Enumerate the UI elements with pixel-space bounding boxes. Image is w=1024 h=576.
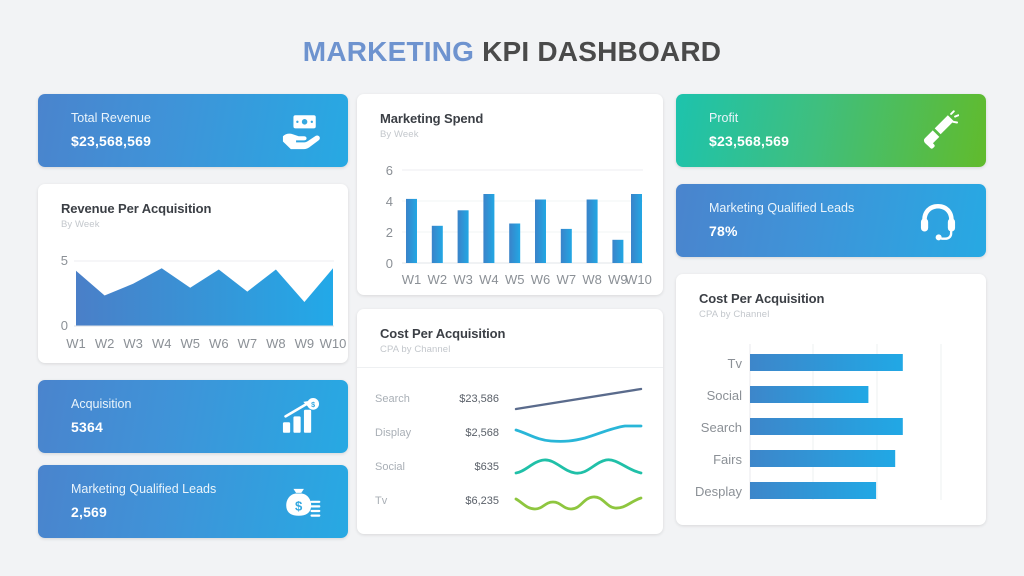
rpa-xtick-w3: W3 bbox=[123, 336, 143, 351]
chart-revenue-per-acquisition: 5 0 W1 W2 W3 W4 W5 W6 W7 W8 W9 W10 bbox=[38, 240, 348, 363]
cpa-cat-social: Social bbox=[707, 388, 743, 403]
ms-xtick-w10: W10 bbox=[625, 272, 652, 287]
cpa-sparkline-display bbox=[499, 418, 643, 448]
right-column: Profit $23,568,569 Marketing Qualified L… bbox=[676, 94, 986, 525]
rpa-xtick-w10: W10 bbox=[320, 336, 347, 351]
panel-revenue-per-acquisition-title: Revenue Per Acquisition bbox=[61, 201, 212, 216]
cpa-channel-name: Tv bbox=[375, 495, 388, 507]
cpa-channel-value: $6,235 bbox=[465, 495, 499, 507]
rpa-area-series bbox=[76, 268, 333, 326]
ms-bar-series bbox=[406, 194, 642, 263]
headset-icon bbox=[916, 199, 960, 243]
card-total-revenue[interactable]: Total Revenue $23,568,569 bbox=[38, 94, 348, 167]
panel-cpa-table-title: Cost Per Acquisition bbox=[380, 326, 506, 341]
rpa-ytick-5: 5 bbox=[61, 253, 68, 268]
ms-xtick-w6: W6 bbox=[531, 272, 551, 287]
card-profit[interactable]: Profit $23,568,569 bbox=[676, 94, 986, 167]
ms-ytick-4: 4 bbox=[386, 194, 393, 209]
cpa-cat-fairs: Fairs bbox=[713, 452, 742, 467]
cpa-sparkline-search bbox=[499, 384, 643, 414]
cpa-channel-value: $635 bbox=[474, 461, 499, 473]
ms-xtick-w8: W8 bbox=[582, 272, 602, 287]
ms-xtick-w3: W3 bbox=[453, 272, 473, 287]
panel-cpa-bars: Cost Per Acquisition CPA by Channel Tv S… bbox=[676, 274, 986, 525]
ms-ytick-6: 6 bbox=[386, 163, 393, 178]
hand-money-icon bbox=[278, 109, 322, 153]
rpa-xtick-w1: W1 bbox=[66, 336, 86, 351]
ms-xtick-w7: W7 bbox=[557, 272, 577, 287]
left-column: Total Revenue $23,568,569 Revenue Per Ac… bbox=[38, 94, 348, 538]
rpa-xtick-w2: W2 bbox=[95, 336, 115, 351]
panel-revenue-per-acquisition: Revenue Per Acquisition By Week 5 0 W1 W… bbox=[38, 184, 348, 363]
rpa-xtick-w5: W5 bbox=[180, 336, 200, 351]
center-column: Marketing Spend By Week 6 4 2 0 W1 W2 W3… bbox=[357, 94, 663, 534]
list-item[interactable]: Display $2,568 bbox=[375, 416, 643, 450]
page-title-accent: MARKETING bbox=[302, 36, 475, 67]
cpa-channel-list: Search $23,586 Display $2,568 Social $63… bbox=[357, 368, 663, 534]
panel-cpa-table-subtitle: CPA by Channel bbox=[380, 344, 451, 355]
panel-revenue-per-acquisition-subtitle: By Week bbox=[61, 219, 100, 230]
rpa-xtick-w7: W7 bbox=[238, 336, 257, 351]
rpa-xtick-w6: W6 bbox=[209, 336, 229, 351]
bar-growth-dollar-icon: $ bbox=[278, 395, 322, 439]
rpa-xtick-w8: W8 bbox=[266, 336, 286, 351]
cpa-channel-value: $2,568 bbox=[465, 427, 499, 439]
rpa-xtick-w9: W9 bbox=[295, 336, 315, 351]
dashboard-root: MARKETING KPI DASHBOARD Total Revenue $2… bbox=[0, 0, 1024, 576]
svg-text:$: $ bbox=[311, 399, 315, 408]
list-item[interactable]: Tv $6,235 bbox=[375, 484, 643, 518]
ms-xtick-w1: W1 bbox=[402, 272, 422, 287]
card-mql-count[interactable]: Marketing Qualified Leads 2,569 $ bbox=[38, 465, 348, 538]
page-title-rest: KPI DASHBOARD bbox=[474, 36, 722, 67]
ms-ytick-0: 0 bbox=[386, 256, 393, 271]
panel-cpa-bars-subtitle: CPA by Channel bbox=[699, 309, 770, 320]
rpa-ytick-0: 0 bbox=[61, 318, 68, 333]
cpa-channel-name: Search bbox=[375, 393, 410, 405]
panel-marketing-spend: Marketing Spend By Week 6 4 2 0 W1 W2 W3… bbox=[357, 94, 663, 295]
money-bag-icon: $ bbox=[278, 480, 322, 524]
panel-marketing-spend-subtitle: By Week bbox=[380, 129, 419, 140]
panel-cpa-bars-title: Cost Per Acquisition bbox=[699, 291, 825, 306]
cpa-sparkline-social bbox=[499, 452, 643, 482]
cpa-channel-name: Display bbox=[375, 427, 412, 439]
ms-ytick-2: 2 bbox=[386, 225, 393, 240]
panel-cpa-table: Cost Per Acquisition CPA by Channel Sear… bbox=[357, 309, 663, 534]
card-acquisition[interactable]: Acquisition 5364 $ bbox=[38, 380, 348, 453]
panel-revenue-per-acquisition-head: Revenue Per Acquisition By Week bbox=[38, 184, 348, 240]
panel-marketing-spend-title: Marketing Spend bbox=[380, 111, 484, 126]
ms-xtick-w5: W5 bbox=[505, 272, 525, 287]
megaphone-icon bbox=[916, 109, 960, 153]
ms-xtick-w2: W2 bbox=[428, 272, 448, 287]
page-title: MARKETING KPI DASHBOARD bbox=[0, 36, 1024, 68]
cpa-sparkline-tv bbox=[499, 486, 643, 516]
cpa-channel-name: Social bbox=[375, 461, 405, 473]
list-item[interactable]: Search $23,586 bbox=[375, 382, 643, 416]
cpa-cat-search: Search bbox=[701, 420, 742, 435]
rpa-xtick-w4: W4 bbox=[152, 336, 172, 351]
card-mql-percent[interactable]: Marketing Qualified Leads 78% bbox=[676, 184, 986, 257]
cpa-bar-series bbox=[750, 354, 903, 499]
ms-xtick-w4: W4 bbox=[479, 272, 499, 287]
cpa-cat-tv: Tv bbox=[728, 356, 743, 371]
cpa-cat-desplay: Desplay bbox=[695, 484, 742, 499]
panel-cpa-table-head: Cost Per Acquisition CPA by Channel bbox=[357, 309, 663, 368]
chart-marketing-spend: 6 4 2 0 W1 W2 W3 W4 W5 W6 W7 W8 W9 W10 bbox=[357, 150, 663, 295]
chart-cpa-by-channel: Tv Social Search Fairs Desplay bbox=[676, 330, 986, 525]
cpa-channel-value: $23,586 bbox=[459, 393, 499, 405]
list-item[interactable]: Social $635 bbox=[375, 450, 643, 484]
svg-text:$: $ bbox=[295, 498, 303, 513]
panel-marketing-spend-head: Marketing Spend By Week bbox=[357, 94, 663, 150]
panel-cpa-bars-head: Cost Per Acquisition CPA by Channel bbox=[676, 274, 986, 330]
